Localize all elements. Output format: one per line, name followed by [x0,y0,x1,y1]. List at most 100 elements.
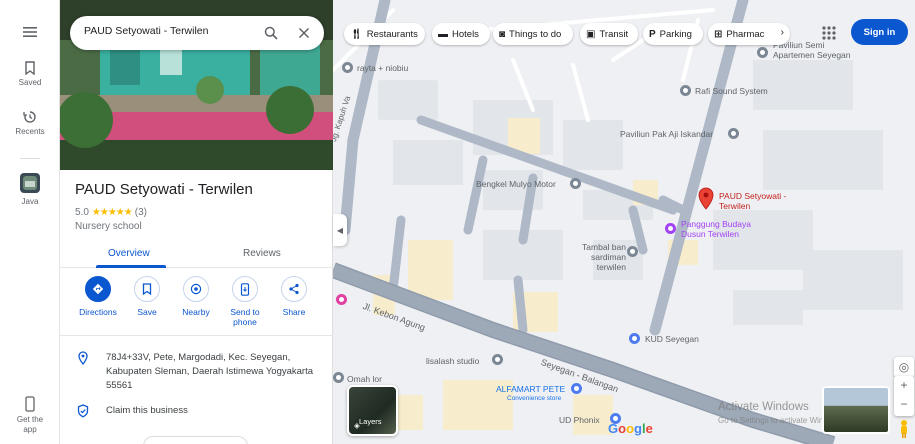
bookmark-icon [142,283,152,295]
tab-reviews[interactable]: Reviews [243,248,281,259]
save-button[interactable]: Save [122,276,172,317]
place-panel: PAUD Setyowati - Terwilen 5.0 ★★★★★ (3) … [60,0,333,444]
camera-icon: ◙ [499,28,506,40]
my-location-button[interactable]: ◎ [894,357,914,377]
rail-item-saved[interactable]: Saved [0,61,60,87]
layers-label: ◈ Layers [354,417,382,430]
action-buttons: Directions Save Nearby Send to phone Sha… [60,276,333,336]
nearby-button[interactable]: Nearby [171,276,221,317]
left-rail: Saved Recents Java Get the app [0,0,60,444]
share-label: Share [282,307,306,317]
poi-bengkel-label[interactable]: Bengkel Mulyo Motor [476,179,556,189]
poi-panggung-label[interactable]: Panggung Budaya Dusun Terwilen [681,219,761,239]
poi-tambal-marker[interactable] [627,246,638,257]
poi-omah-marker[interactable] [333,372,344,383]
chip-parking[interactable]: P Parking [643,23,703,45]
send-to-phone-label: Send to phone [230,307,260,327]
fork-knife-icon: 🍴︎ [350,28,363,40]
zoom-controls: + − [894,376,914,416]
rail-label-java: Java [21,197,39,206]
google-logo: Google [608,421,653,436]
directions-label: Directions [79,307,117,317]
collapse-panel-button[interactable]: ◀ [333,214,347,246]
save-label: Save [137,307,157,317]
poi-paviliun-pak-aji-marker[interactable] [728,128,739,139]
review-count[interactable]: (3) [135,207,147,218]
red-location-pin[interactable] [698,187,714,210]
chip-transit[interactable]: ▣ Transit [580,23,638,45]
poi-paviliun-pak-aji-label[interactable]: Paviliun Pak Aji Iskandar [620,129,713,139]
rail-item-java[interactable]: Java [0,172,60,206]
directions-icon [92,283,104,295]
share-icon [289,283,299,295]
chip-things-to-do-label: Things to do [509,28,562,40]
bed-icon: ▬ [438,28,448,40]
poi-paud-label[interactable]: PAUD Setyowati - Terwilen [719,191,799,211]
active-tab-indicator [96,265,166,268]
rail-item-recents[interactable]: Recents [0,110,60,136]
rail-label-get-app: Get the app [16,415,44,434]
menu-button[interactable] [0,26,60,41]
poi-omah-label[interactable]: Omah lor [347,374,382,384]
poi-paviliun-semi-marker[interactable] [757,47,768,58]
send-to-phone-circle [232,276,258,302]
place-tabs: Overview Reviews [60,240,333,268]
chevron-right-icon[interactable]: › [781,27,784,38]
poi-kud-label[interactable]: KUD Seyegan [645,334,699,344]
chip-restaurants[interactable]: 🍴︎ Restaurants [344,23,425,45]
close-icon[interactable] [298,27,310,39]
rail-item-get-app[interactable]: Get the app [0,396,60,435]
zoom-out-button[interactable]: − [894,395,914,414]
layers-button[interactable]: ◈ Layers [347,385,398,436]
more-button-partial[interactable] [143,436,248,444]
directions-circle [85,276,111,302]
chip-parking-label: Parking [659,28,692,40]
chip-hotels[interactable]: ▬ Hotels [432,23,490,45]
nearby-circle [183,276,209,302]
zoom-in-button[interactable]: + [894,376,914,395]
poi-panggung-marker[interactable] [665,223,676,234]
tab-overview[interactable]: Overview [108,248,150,259]
share-button[interactable]: Share [269,276,319,317]
search-icon[interactable] [264,26,278,40]
chevron-left-icon: ◀ [336,225,344,235]
street-view-thumbnail[interactable] [822,386,890,434]
poi-tambal-label[interactable]: Tambal ban sardiman terwilen [561,242,626,272]
chip-restaurants-label: Restaurants [366,28,418,40]
poi-alfamart-marker[interactable] [571,383,582,394]
poi-lisalash-label[interactable]: lisalash studio [426,356,479,366]
parking-icon: P [649,28,656,40]
send-to-phone-button[interactable]: Send to phone [220,276,270,327]
chip-things-to-do[interactable]: ◙ Things to do [493,23,573,45]
poi-alfamart-sublabel: Convenience store [507,395,562,402]
poi-rafi-sound-label[interactable]: Rafi Sound System [695,86,768,96]
poi-alfamart-label[interactable]: ALFAMART PETE [496,384,565,394]
hamburger-menu-icon [23,27,37,37]
map-graphics [333,0,903,444]
poi-rafi-sound-marker[interactable] [680,85,691,96]
poi-rayta-label[interactable]: rayta + niobiu [357,63,408,73]
poi-pink-marker[interactable] [336,294,347,305]
nearby-label: Nearby [182,307,210,317]
chip-pharmacy[interactable]: ⊞ Pharmac › [708,23,790,45]
train-icon: ▣ [586,28,596,40]
poi-ud-phonix-label[interactable]: UD Phonix [559,415,600,425]
chip-hotels-label: Hotels [452,28,479,40]
poi-rayta-marker[interactable] [342,62,353,73]
place-category[interactable]: Nursery school [75,221,142,232]
pegman-icon[interactable] [898,419,910,439]
history-icon [23,111,36,123]
apps-grid-icon[interactable] [818,22,840,44]
map-canvas[interactable]: rayta + niobiu Paviliun Semi Apartemen S… [333,0,915,444]
poi-kud-marker[interactable] [629,333,640,344]
bookmark-icon [25,61,35,75]
search-input[interactable] [84,25,254,37]
sign-in-button[interactable]: Sign in [851,19,908,45]
shield-check-icon [77,404,89,418]
directions-button[interactable]: Directions [73,276,123,317]
share-circle [281,276,307,302]
poi-lisalash-marker[interactable] [492,354,503,365]
poi-bengkel-marker[interactable] [570,178,581,189]
java-thumbnail-icon [20,173,40,193]
nearby-icon [190,283,202,295]
